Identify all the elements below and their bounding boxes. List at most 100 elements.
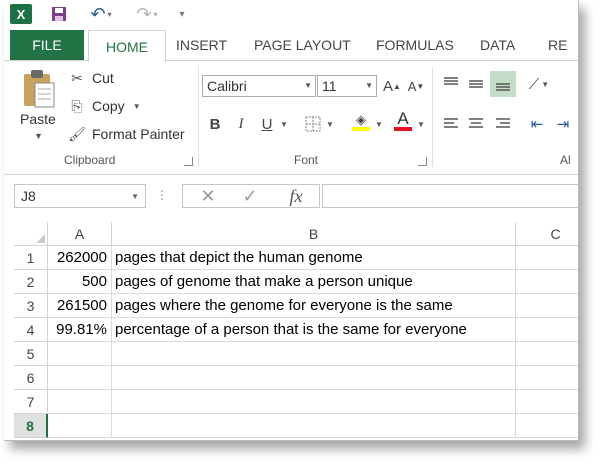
tab-insert[interactable]: INSERT bbox=[176, 30, 227, 60]
excel-icon[interactable]: X bbox=[10, 4, 32, 24]
fill-color-button[interactable]: ◈ bbox=[350, 111, 372, 133]
row-header-4[interactable]: 4 bbox=[14, 318, 48, 342]
cell-b8[interactable] bbox=[112, 414, 516, 438]
increase-indent-icon[interactable]: ⇥ bbox=[552, 113, 574, 135]
orientation-icon[interactable]: ⟋ ▼ bbox=[526, 73, 552, 95]
column-header-b[interactable]: B bbox=[112, 222, 516, 246]
cell-b2[interactable]: pages of genome that make a person uniqu… bbox=[112, 270, 516, 294]
cell-a5[interactable] bbox=[48, 342, 112, 366]
cell-c7[interactable] bbox=[516, 390, 578, 414]
font-launcher-icon[interactable] bbox=[418, 157, 427, 166]
borders-dropdown-icon[interactable]: ▼ bbox=[324, 113, 334, 135]
paint-bucket-icon: ◈ bbox=[356, 112, 366, 127]
row-header-8[interactable]: 8 bbox=[14, 414, 48, 438]
cell-c1[interactable] bbox=[516, 246, 578, 270]
fill-color-swatch bbox=[352, 127, 370, 131]
cut-button[interactable]: ✂ Cut bbox=[68, 67, 114, 89]
cell-b6[interactable] bbox=[112, 366, 516, 390]
cell-a2[interactable]: 500 bbox=[48, 270, 112, 294]
cell-c3[interactable] bbox=[516, 294, 578, 318]
cell-b5[interactable] bbox=[112, 342, 516, 366]
font-color-button[interactable]: A bbox=[392, 109, 414, 131]
chevron-down-icon[interactable]: ▼ bbox=[304, 81, 312, 90]
underline-button[interactable]: U bbox=[258, 113, 276, 135]
cell-a1[interactable]: 262000 bbox=[48, 246, 112, 270]
formula-input[interactable] bbox=[322, 184, 578, 208]
copy-dropdown-icon[interactable]: ▼ bbox=[133, 102, 141, 111]
align-bottom-icon[interactable] bbox=[490, 71, 516, 97]
cell-c4[interactable] bbox=[516, 318, 578, 342]
tab-page-layout[interactable]: PAGE LAYOUT bbox=[254, 30, 351, 60]
align-right-icon[interactable] bbox=[492, 113, 514, 135]
font-group-label: Font bbox=[294, 153, 319, 167]
copy-button[interactable]: ⎘ Copy ▼ bbox=[68, 95, 141, 117]
cell-c2[interactable] bbox=[516, 270, 578, 294]
cell-a8[interactable] bbox=[48, 414, 112, 438]
row-header-6[interactable]: 6 bbox=[14, 366, 48, 390]
bold-button[interactable]: B bbox=[206, 113, 224, 135]
worksheet-grid: A B C 1 2 3 4 5 6 7 8 262000 pages that … bbox=[14, 222, 578, 440]
clipboard-group-label: Clipboard bbox=[64, 153, 116, 167]
format-painter-label: Format Painter bbox=[92, 126, 185, 142]
shrink-font-button[interactable]: A ▼ bbox=[406, 75, 426, 97]
cell-c5[interactable] bbox=[516, 342, 578, 366]
customize-toolbar-icon[interactable]: ▾ bbox=[176, 4, 188, 24]
row-header-2[interactable]: 2 bbox=[14, 270, 48, 294]
row-header-3[interactable]: 3 bbox=[14, 294, 48, 318]
grow-font-button[interactable]: A ▲ bbox=[382, 75, 402, 97]
cell-a6[interactable] bbox=[48, 366, 112, 390]
cell-b3[interactable]: pages where the genome for everyone is t… bbox=[112, 294, 516, 318]
cell-a7[interactable] bbox=[48, 390, 112, 414]
cell-b4[interactable]: percentage of a person that is the same … bbox=[112, 318, 516, 342]
underline-dropdown-icon[interactable]: ▼ bbox=[278, 113, 288, 135]
cell-b7[interactable] bbox=[112, 390, 516, 414]
copy-icon: ⎘ bbox=[71, 97, 83, 114]
column-header-c[interactable]: C bbox=[516, 222, 578, 246]
paste-button[interactable]: Paste bbox=[20, 111, 56, 127]
tab-review[interactable]: RE bbox=[548, 30, 567, 60]
cancel-icon[interactable]: ✕ bbox=[193, 185, 223, 207]
font-size-combo[interactable]: 11 ▼ bbox=[317, 75, 377, 97]
font-name-value: Calibri bbox=[207, 78, 247, 94]
cell-c6[interactable] bbox=[516, 366, 578, 390]
font-color-dropdown-icon[interactable]: ▼ bbox=[415, 113, 425, 135]
paste-icon[interactable] bbox=[22, 69, 56, 109]
redo-icon[interactable]: ↷ ▾ bbox=[132, 4, 162, 24]
alignment-group-label: Al bbox=[560, 153, 571, 167]
decrease-indent-icon[interactable]: ⇤ bbox=[526, 113, 548, 135]
chevron-down-icon[interactable]: ▼ bbox=[365, 81, 373, 90]
cell-a3[interactable]: 261500 bbox=[48, 294, 112, 318]
row-header-5[interactable]: 5 bbox=[14, 342, 48, 366]
insert-function-icon[interactable]: fx bbox=[279, 185, 313, 207]
undo-icon[interactable]: ↶ ▾ bbox=[86, 4, 116, 24]
font-name-combo[interactable]: Calibri ▼ bbox=[202, 75, 316, 97]
enter-icon[interactable]: ✓ bbox=[235, 185, 265, 207]
align-middle-icon[interactable] bbox=[465, 73, 487, 95]
row-header-1[interactable]: 1 bbox=[14, 246, 48, 270]
align-center-icon[interactable] bbox=[465, 113, 487, 135]
cell-c8[interactable] bbox=[516, 414, 578, 438]
format-painter-button[interactable]: 🖌 Format Painter bbox=[68, 123, 185, 145]
tab-data[interactable]: DATA bbox=[480, 30, 515, 60]
clipboard-launcher-icon[interactable] bbox=[184, 157, 193, 166]
name-box[interactable]: J8 ▼ bbox=[14, 184, 146, 208]
align-top-icon[interactable] bbox=[440, 73, 462, 95]
cut-label: Cut bbox=[92, 70, 114, 86]
paste-dropdown-icon[interactable]: ▼ bbox=[34, 131, 43, 141]
fill-color-dropdown-icon[interactable]: ▼ bbox=[373, 113, 383, 135]
tab-file[interactable]: FILE bbox=[10, 30, 84, 60]
italic-button[interactable]: I bbox=[232, 113, 250, 135]
formula-bar-grip[interactable]: ⋮ bbox=[156, 188, 168, 202]
tab-home[interactable]: HOME bbox=[88, 30, 166, 62]
cell-a4[interactable]: 99.81% bbox=[48, 318, 112, 342]
column-header-a[interactable]: A bbox=[48, 222, 112, 246]
save-icon[interactable] bbox=[50, 4, 68, 24]
align-left-icon[interactable] bbox=[440, 113, 462, 135]
select-all-corner[interactable] bbox=[14, 222, 48, 246]
row-header-7[interactable]: 7 bbox=[14, 390, 48, 414]
borders-icon[interactable] bbox=[302, 113, 324, 135]
name-box-value: J8 bbox=[21, 188, 36, 204]
tab-formulas[interactable]: FORMULAS bbox=[376, 30, 454, 60]
cell-b1[interactable]: pages that depict the human genome bbox=[112, 246, 516, 270]
chevron-down-icon[interactable]: ▼ bbox=[131, 192, 139, 201]
